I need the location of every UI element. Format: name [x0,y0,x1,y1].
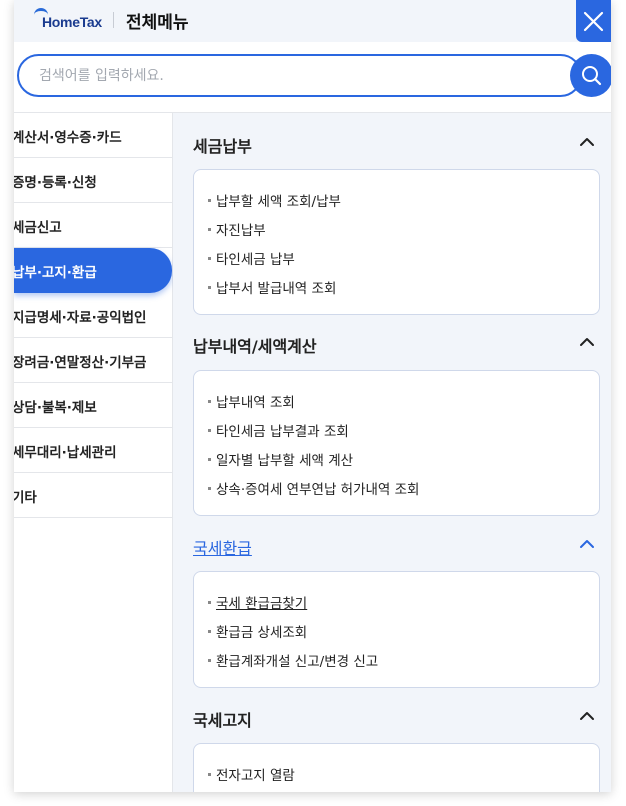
header-divider [113,12,114,28]
section-card: 전자고지 열람 [193,743,600,792]
sidebar-item-consulting[interactable]: 상담·불복·제보 [14,383,172,428]
menu-link[interactable]: 납부할 세액 조회/납부 [208,190,341,210]
bullet-icon [208,256,211,260]
sidebar: 계산서·영수증·카드 증명·등록·신청 세금신고 납부·고지·환급 지급명세·자… [14,113,173,792]
bullet-icon [208,772,211,776]
page-title: 전체메뉴 [126,13,189,33]
sidebar-item-label: 증명·등록·신청 [14,175,97,191]
menu-link[interactable]: 전자고지 열람 [208,764,295,784]
bullet-icon [208,428,211,432]
menu-link[interactable]: 타인세금 납부 [208,248,295,268]
section-title-refund[interactable]: 국세환급 [193,535,252,559]
section-title-tax-notice[interactable]: 국세고지 [193,707,252,731]
section-title-tax-payment[interactable]: 세금납부 [193,133,252,157]
chevron-up-icon[interactable] [579,336,595,348]
search-bar [17,54,611,98]
chevron-up-icon[interactable] [579,538,595,550]
sidebar-item-label: 납부·고지·환급 [14,265,97,281]
bullet-icon [208,457,211,461]
bullet-icon [208,486,211,490]
sidebar-item-label: 지급명세·자료·공익법인 [14,310,147,326]
close-button[interactable] [576,0,611,42]
sidebar-item-etc[interactable]: 기타 [14,473,172,518]
bullet-icon [208,227,211,231]
bullet-icon [208,198,211,202]
section-card: 납부할 세액 조회/납부 자진납부 타인세금 납부 납부서 발급내역 조회 [193,169,600,315]
sidebar-item-label: 계산서·영수증·카드 [14,130,122,146]
menu-link[interactable]: 납부서 발급내역 조회 [208,277,336,297]
submenu-content: 세금납부 납부할 세액 조회/납부 자진납부 타인세금 납부 납부서 발급내역 … [173,113,611,792]
section-title-payment-history[interactable]: 납부내역/세액계산 [193,333,317,357]
section-card: 국세 환급금찾기 환급금 상세조회 환급계좌개설 신고/변경 신고 [193,571,600,688]
bullet-icon [208,658,211,662]
bullet-icon [208,399,211,403]
sidebar-item-label: 기타 [14,490,37,506]
sidebar-item-label: 상담·불복·제보 [14,400,97,416]
sidebar-item-invoice[interactable]: 계산서·영수증·카드 [14,113,172,158]
close-icon [583,11,604,32]
logo-brand-text: HomeTax [42,14,102,30]
sidebar-item-label: 장려금·연말정산·기부금 [14,355,147,371]
menu-link[interactable]: 타인세금 납부결과 조회 [208,420,349,440]
sidebar-item-certificate[interactable]: 증명·등록·신청 [14,158,172,203]
hometax-logo[interactable]: HomeTax [24,8,114,32]
menu-link[interactable]: 환급계좌개설 신고/변경 신고 [208,650,378,670]
sidebar-item-incentive[interactable]: 장려금·연말정산·기부금 [14,338,172,383]
sidebar-item-tax-agent[interactable]: 세무대리·납세관리 [14,428,172,473]
menu-link[interactable]: 납부내역 조회 [208,391,295,411]
all-menu-panel: HomeTax 전체메뉴 계산서·영수증·카드 증명·등록·신청 세금신고 납부… [14,0,611,792]
menu-link[interactable]: 환급금 상세조회 [208,621,307,641]
sidebar-item-payment[interactable]: 납부·고지·환급 [14,248,172,293]
chevron-up-icon[interactable] [579,136,595,148]
sidebar-item-label: 세금신고 [14,220,62,236]
menu-link[interactable]: 국세 환급금찾기 [208,592,307,612]
bullet-icon [208,629,211,633]
sidebar-item-tax-filing[interactable]: 세금신고 [14,203,172,248]
menu-link[interactable]: 일자별 납부할 세액 계산 [208,449,353,469]
search-button[interactable] [570,54,611,97]
search-icon [582,66,602,86]
bullet-icon [208,285,211,289]
menu-header: HomeTax 전체메뉴 [14,0,611,42]
menu-link[interactable]: 상속·증여세 연부연납 허가내역 조회 [208,478,419,498]
sidebar-item-label: 세무대리·납세관리 [14,445,117,461]
sidebar-item-statements[interactable]: 지급명세·자료·공익법인 [14,293,172,338]
search-input[interactable] [17,54,582,97]
section-card: 납부내역 조회 타인세금 납부결과 조회 일자별 납부할 세액 계산 상속·증여… [193,370,600,516]
bullet-icon [208,600,211,604]
chevron-up-icon[interactable] [579,710,595,722]
menu-link[interactable]: 자진납부 [208,219,266,239]
